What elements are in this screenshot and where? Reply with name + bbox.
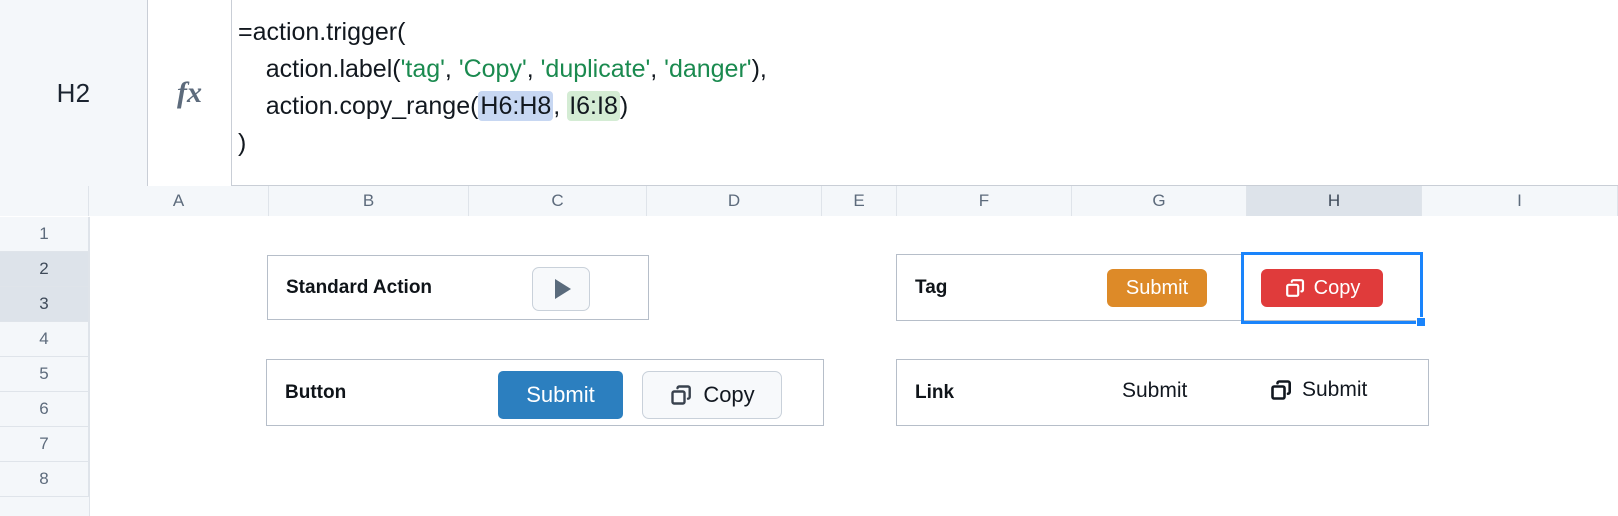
column-header-H[interactable]: H [1247, 186, 1422, 216]
formula-line-1: =action.trigger( [238, 14, 1618, 51]
formula-token: , [553, 92, 568, 120]
row-header-label: 5 [39, 364, 49, 383]
column-header-A[interactable]: A [89, 186, 269, 216]
column-header-label: E [853, 191, 865, 210]
formula-token: action.copy_range( [238, 92, 479, 120]
card-label-standard-action: Standard Action [286, 276, 433, 298]
row-header-5[interactable]: 5 [0, 357, 89, 392]
formula-bar: H2 fx =action.trigger( action.label('tag… [0, 0, 1618, 186]
formula-token: =action.trigger( [238, 18, 406, 46]
column-header-E[interactable]: E [822, 186, 897, 216]
column-header-label: B [362, 191, 375, 210]
row-header-label: 6 [39, 399, 49, 418]
column-header-label: F [978, 191, 990, 210]
row-header-6[interactable]: 6 [0, 392, 89, 427]
fx-button[interactable]: fx [148, 0, 232, 186]
formula-token: 'duplicate' [540, 55, 651, 83]
formula-line-2: action.label('tag', 'Copy', 'duplicate',… [238, 51, 1618, 88]
formula-line-4: ) [238, 125, 1618, 162]
column-header-label: G [1152, 191, 1166, 210]
card-label-button: Button [285, 381, 347, 403]
copy-icon [1269, 378, 1293, 402]
column-header-G[interactable]: G [1072, 186, 1247, 216]
copy-button[interactable]: Copy [642, 371, 782, 419]
link-submit[interactable]: Submit [1122, 379, 1187, 403]
formula-token: 'danger' [664, 55, 752, 83]
select-all-corner[interactable] [0, 186, 89, 216]
play-icon [554, 279, 571, 299]
column-header-label: I [1517, 191, 1522, 210]
column-header-label: A [172, 191, 185, 210]
column-header-label: C [551, 191, 564, 210]
row-header-label: 8 [39, 469, 49, 488]
tag-submit-warning-label: Submit [1125, 276, 1189, 299]
column-header-C[interactable]: C [469, 186, 647, 216]
card-standard-action: Standard Action [267, 255, 649, 320]
fx-icon: fx [177, 76, 202, 109]
card-tag: Tag Submit Copy [896, 254, 1423, 321]
row-header-column: 1 2 3 4 5 6 7 8 [0, 217, 89, 516]
card-link: Link Submit Submit [896, 359, 1429, 426]
column-header-label: H [1327, 191, 1341, 210]
card-label-tag: Tag [915, 276, 948, 298]
formula-token: H6:H8 [478, 91, 554, 121]
column-header-row: A B C D E F G H I [0, 186, 1618, 216]
cell-reference-box[interactable]: H2 [0, 0, 148, 186]
copy-icon [1284, 277, 1306, 299]
row-header-label: 2 [39, 259, 49, 278]
cell-reference-label: H2 [56, 77, 91, 108]
column-header-I[interactable]: I [1422, 186, 1618, 216]
row-header-label: 1 [39, 224, 49, 243]
row-header-1[interactable]: 1 [0, 217, 89, 252]
column-header-label: D [727, 191, 741, 210]
formula-token: ), [751, 55, 767, 83]
column-header-F[interactable]: F [897, 186, 1072, 216]
column-header-D[interactable]: D [647, 186, 822, 216]
play-icon-button[interactable] [532, 267, 590, 311]
formula-token: , [650, 55, 665, 83]
row-header-label: 4 [39, 329, 49, 348]
copy-icon [669, 383, 693, 407]
formula-token: ) [619, 92, 629, 120]
row-header-label: 7 [39, 434, 49, 453]
formula-input[interactable]: =action.trigger( action.label('tag', 'Co… [232, 0, 1618, 185]
tag-copy-danger-label: Copy [1313, 276, 1361, 299]
formula-token: , [526, 55, 541, 83]
formula-token: action.label( [238, 55, 401, 83]
copy-button-label: Copy [703, 382, 755, 407]
column-header-B[interactable]: B [269, 186, 469, 216]
submit-button[interactable]: Submit [498, 371, 623, 419]
formula-token: , [444, 55, 459, 83]
link-submit-icon-label: Submit [1302, 378, 1368, 401]
grid-canvas[interactable]: Standard Action Button Submit Copy Tag S… [89, 217, 1618, 516]
row-header-4[interactable]: 4 [0, 322, 89, 357]
card-button: Button Submit Copy [266, 359, 824, 426]
fill-handle[interactable] [1416, 317, 1426, 327]
formula-token: ) [238, 129, 247, 157]
link-submit-with-icon[interactable]: Submit [1269, 378, 1367, 402]
row-header-7[interactable]: 7 [0, 427, 89, 462]
row-header-3[interactable]: 3 [0, 287, 89, 322]
card-label-link: Link [915, 381, 955, 403]
tag-submit-warning[interactable]: Submit [1107, 269, 1207, 307]
formula-token: I6:I8 [567, 91, 620, 121]
formula-token: 'tag' [400, 55, 445, 83]
formula-line-3: action.copy_range(H6:H8, I6:I8) [238, 88, 1618, 125]
tag-copy-danger[interactable]: Copy [1261, 269, 1383, 307]
formula-token: 'Copy' [458, 55, 527, 83]
row-header-label: 3 [39, 294, 49, 313]
row-header-2[interactable]: 2 [0, 252, 89, 287]
submit-button-label: Submit [526, 382, 595, 407]
row-header-8[interactable]: 8 [0, 462, 89, 497]
